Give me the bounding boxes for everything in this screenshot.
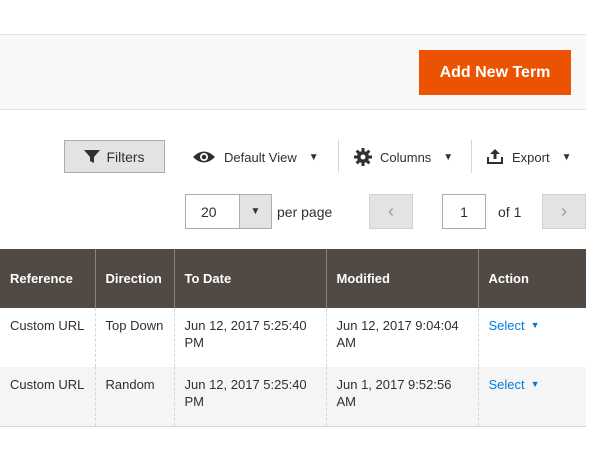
eye-icon xyxy=(193,151,215,163)
previous-page-button[interactable]: ‹ xyxy=(369,194,413,229)
row-action-select[interactable]: Select ▼ xyxy=(489,317,540,334)
toolbar-divider xyxy=(338,140,339,173)
column-header-to-date[interactable]: To Date xyxy=(173,249,326,308)
cell-reference: Custom URL xyxy=(0,308,95,367)
chevron-down-icon: ▼ xyxy=(561,151,572,163)
chevron-down-icon: ▼ xyxy=(530,320,540,330)
table-row[interactable]: Custom URL Top Down Jun 12, 2017 5:25:40… xyxy=(0,308,586,367)
chevron-down-icon: ▼ xyxy=(443,151,454,163)
page-actions-bar: Add New Term xyxy=(0,34,586,110)
cell-direction: Random xyxy=(94,367,174,427)
columns-label: Columns xyxy=(380,149,432,165)
select-label: Select xyxy=(488,377,525,392)
export-dropdown[interactable]: Export ▼ xyxy=(486,146,571,168)
column-header-action: Action xyxy=(477,249,586,308)
terms-grid: Reference Direction To Date Modified Act… xyxy=(0,249,586,427)
cell-reference: Custom URL xyxy=(0,367,95,427)
export-label: Export xyxy=(512,149,550,165)
filter-icon xyxy=(84,149,101,163)
per-page-value: 20 xyxy=(201,203,217,220)
gear-icon xyxy=(354,148,372,166)
cell-action: Select ▼ xyxy=(477,308,586,367)
toolbar-divider xyxy=(471,140,472,173)
column-header-reference[interactable]: Reference xyxy=(0,249,95,308)
column-header-direction[interactable]: Direction xyxy=(94,249,174,308)
cell-direction: Top Down xyxy=(94,308,174,367)
cell-modified: Jun 1, 2017 9:52:56 AM xyxy=(325,367,478,427)
chevron-left-icon: ‹ xyxy=(388,201,394,221)
filters-button[interactable]: Filters xyxy=(64,140,165,173)
per-page-label: per page xyxy=(277,204,333,220)
column-header-modified[interactable]: Modified xyxy=(325,249,478,308)
filters-label: Filters xyxy=(106,148,145,165)
row-action-select[interactable]: Select ▼ xyxy=(489,376,540,393)
chevron-right-icon: › xyxy=(561,201,567,221)
per-page-toggle[interactable]: ▼ xyxy=(239,195,271,228)
current-page-input[interactable]: 1 xyxy=(442,194,486,229)
view-label: Default View xyxy=(224,149,297,165)
export-icon xyxy=(487,149,503,164)
cell-to-date: Jun 12, 2017 5:25:40 PM xyxy=(173,367,326,427)
cell-modified: Jun 12, 2017 9:04:04 AM xyxy=(325,308,478,367)
total-pages-label: of 1 xyxy=(498,204,522,220)
select-label: Select xyxy=(488,318,525,333)
chevron-down-icon: ▼ xyxy=(250,206,261,217)
columns-dropdown[interactable]: Columns ▼ xyxy=(354,146,453,168)
view-dropdown[interactable]: Default View ▼ xyxy=(192,146,319,168)
top-area xyxy=(0,0,610,34)
cell-to-date: Jun 12, 2017 5:25:40 PM xyxy=(173,308,326,367)
table-header-row: Reference Direction To Date Modified Act… xyxy=(0,249,586,308)
next-page-button[interactable]: › xyxy=(542,194,586,229)
chevron-down-icon: ▼ xyxy=(530,379,540,389)
cell-action: Select ▼ xyxy=(477,367,586,427)
add-new-term-button[interactable]: Add New Term xyxy=(419,50,571,95)
per-page-select[interactable]: 20 ▼ xyxy=(185,194,272,229)
table-row[interactable]: Custom URL Random Jun 12, 2017 5:25:40 P… xyxy=(0,367,586,427)
chevron-down-icon: ▼ xyxy=(308,151,319,163)
